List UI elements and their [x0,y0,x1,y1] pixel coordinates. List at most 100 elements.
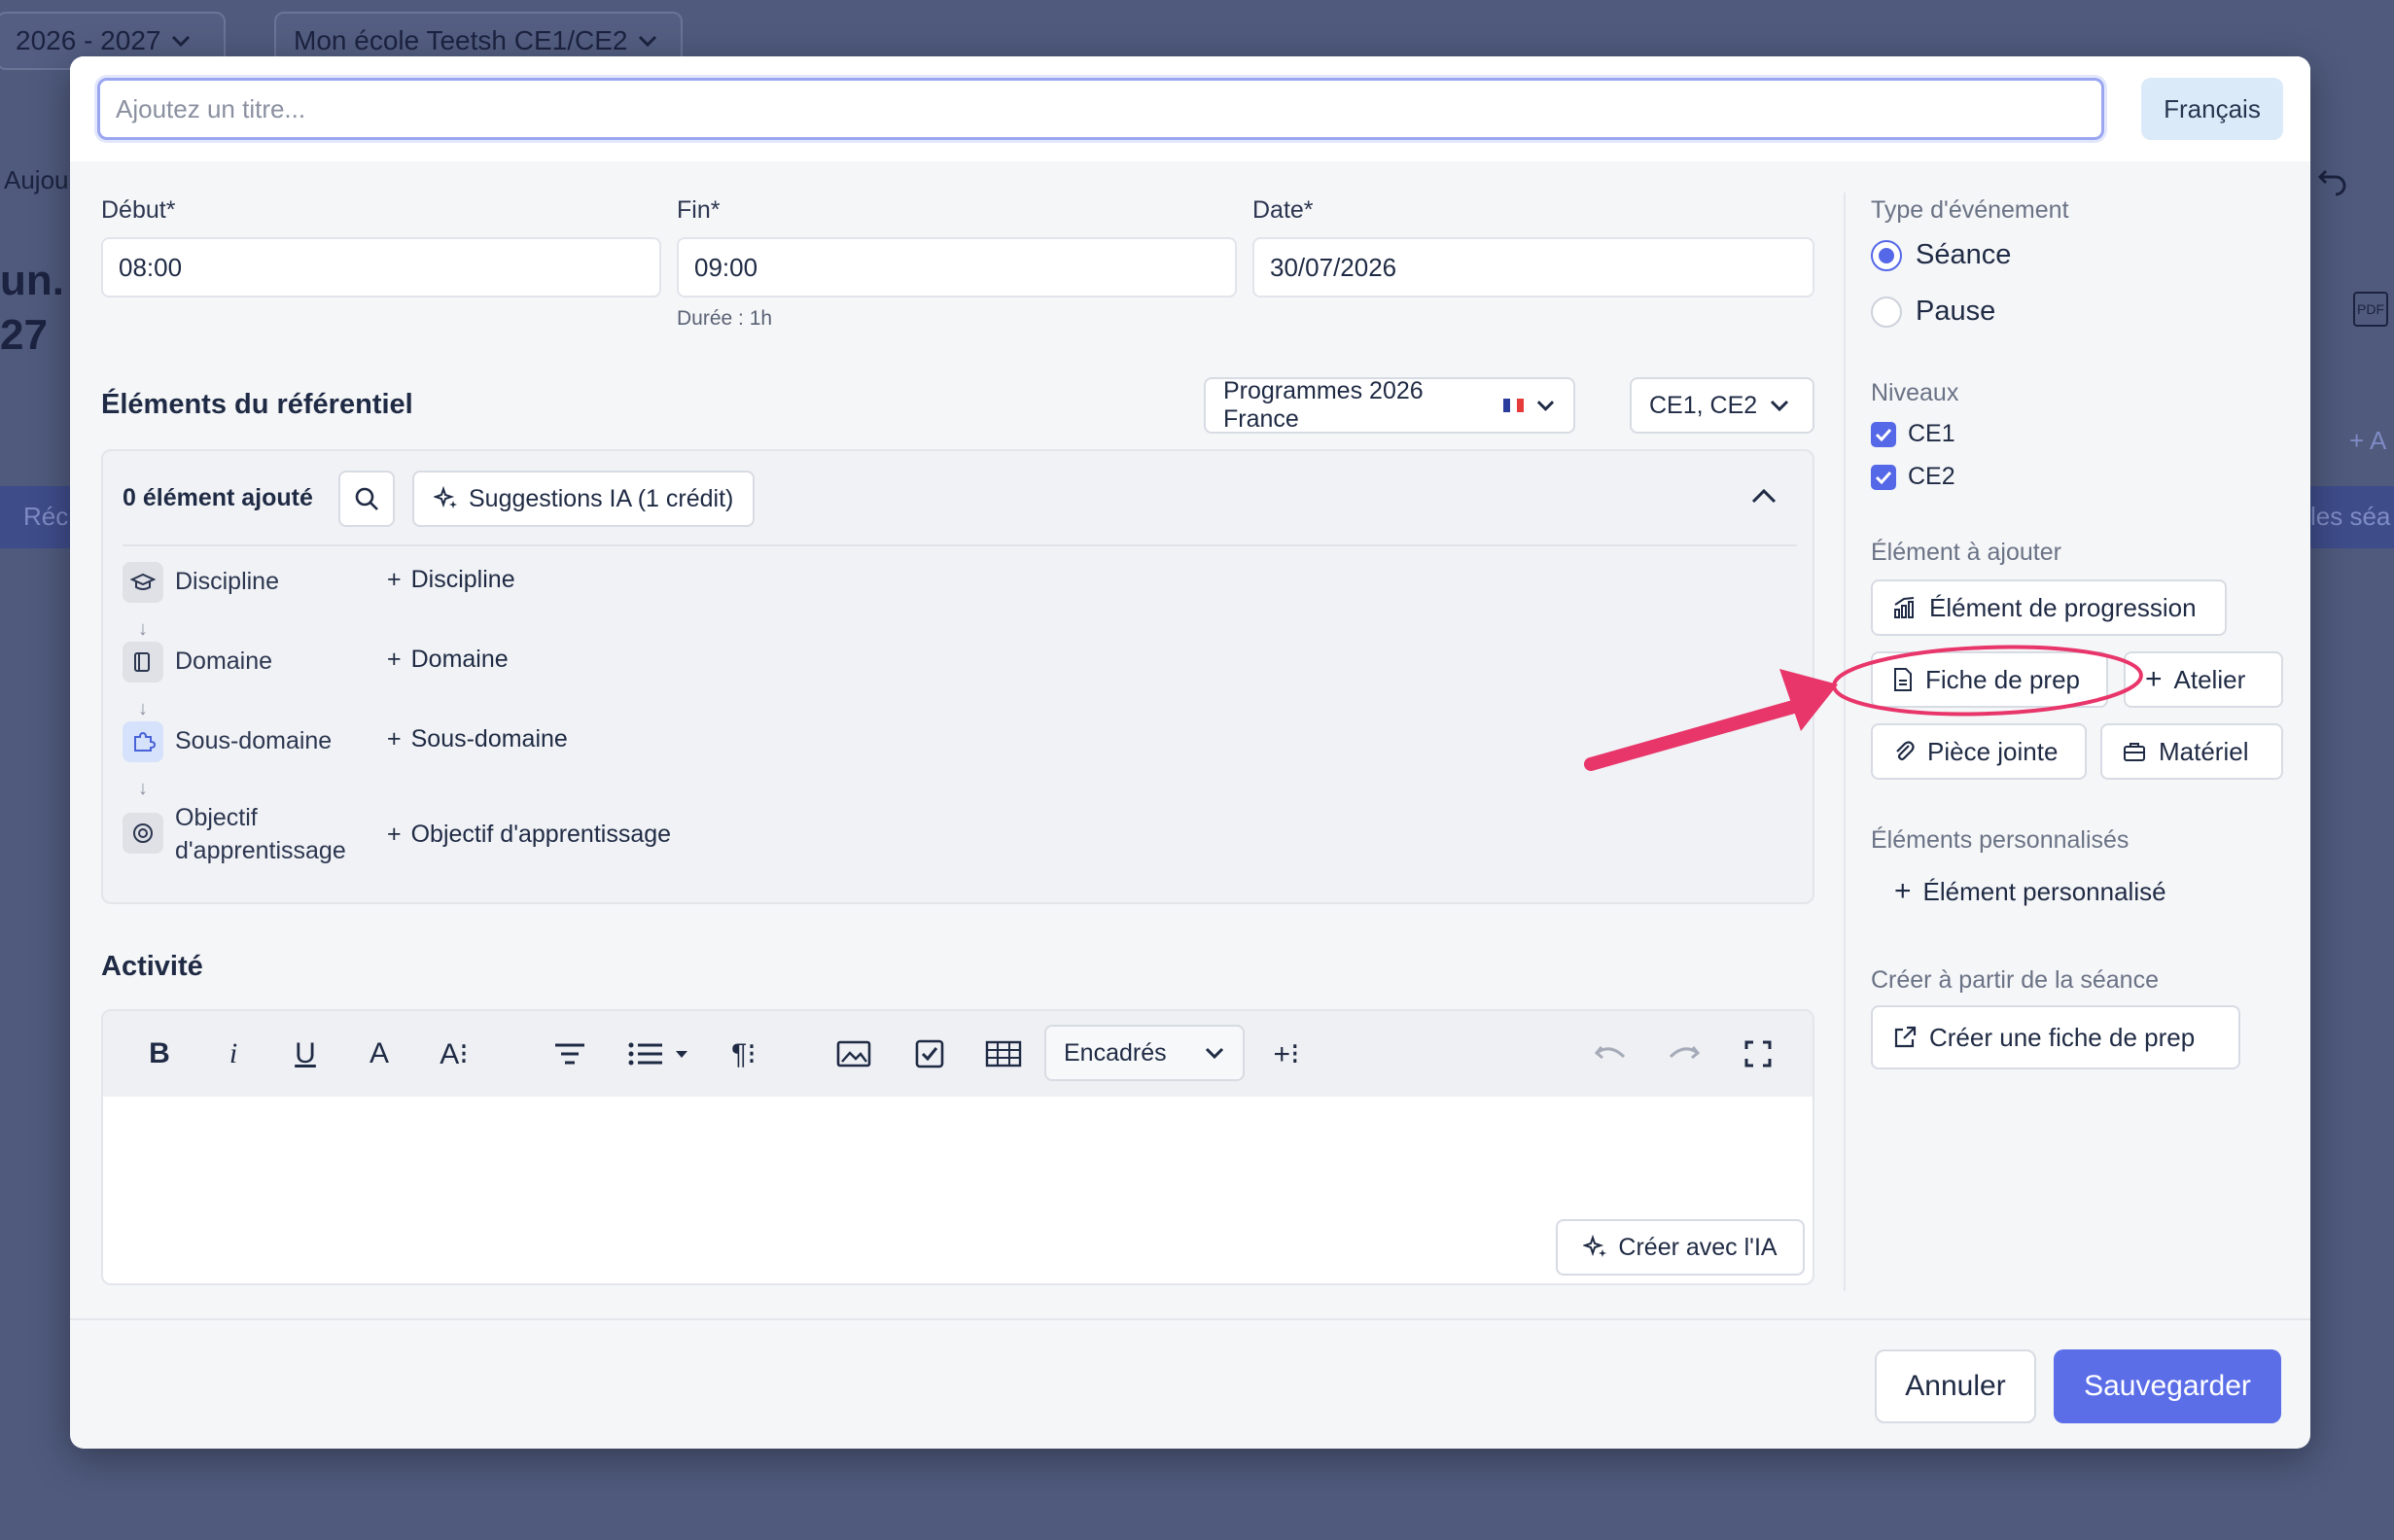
plus-icon: + [1894,875,1912,907]
add-custom-element-button[interactable]: + Élément personnalisé [1894,875,2166,908]
book-icon [123,642,163,682]
underline-icon[interactable]: U [288,1029,323,1079]
progression-element-label: Élément de progression [1929,592,2197,622]
chevron-down-icon [1771,400,1789,412]
bar-chart-icon [1894,597,1915,618]
checkbox-icon[interactable] [910,1029,949,1079]
background-school-text: Mon école Teetsh CE1/CE2 [294,25,628,55]
materiel-button[interactable]: Matériel [2100,723,2283,780]
add-discipline-button[interactable]: + Discipline [387,566,515,594]
checkbox-ce2[interactable]: CE2 [1871,463,1955,491]
custom-elements-label: Éléments personnalisés [1871,826,2130,854]
add-domaine-button[interactable]: + Domaine [387,646,509,674]
element-count: 0 élément ajouté [123,484,313,511]
start-time-input[interactable]: 08:00 [101,237,661,298]
redo-icon[interactable] [1665,1029,1704,1079]
checkbox-ce1-label: CE1 [1908,420,1955,447]
radio-pause[interactable]: Pause [1871,296,1995,328]
checkbox-ce2-label: CE2 [1908,463,1955,490]
plus-icon: + [387,821,402,848]
font-size-icon[interactable]: A⁝ [430,1029,478,1079]
create-fiche-button[interactable]: Créer une fiche de prep [1871,1005,2240,1069]
referential-panel: 0 élément ajouté Suggestions IA (1 crédi… [101,449,1814,904]
checkmark-icon [1871,464,1896,490]
program-dropdown-label: Programmes 2026 France [1223,377,1424,433]
levels-dropdown[interactable]: CE1, CE2 [1630,377,1814,434]
add-discipline-label: Discipline [410,566,515,593]
domaine-label: Domaine [175,648,273,675]
end-time-input[interactable]: 09:00 [677,237,1237,298]
background-big-text: un. [0,257,64,304]
activity-title: Activité [101,951,203,982]
create-fiche-label: Créer une fiche de prep [1929,1022,2196,1052]
external-link-icon [1894,1026,1917,1048]
align-icon[interactable] [550,1029,589,1079]
panel-divider [123,544,1797,546]
add-objectif-label: Objectif d'apprentissage [410,821,672,848]
date-input[interactable]: 30/07/2026 [1252,237,1814,298]
chevron-up-icon[interactable] [1750,486,1778,506]
bold-icon[interactable]: B [142,1029,177,1079]
create-with-ai-button[interactable]: Créer avec l'IA [1556,1219,1805,1276]
list-icon[interactable] [624,1029,698,1079]
levels-label: Niveaux [1871,379,1959,406]
text-color-icon[interactable]: A [360,1029,399,1079]
domaine-row [123,642,163,682]
arrow-down-icon: ↓ [138,618,148,640]
radio-seance-label: Séance [1916,239,2012,270]
sparkles-icon [1583,1235,1607,1257]
chevron-down-icon [1536,401,1555,411]
create-with-ai-label: Créer avec l'IA [1618,1233,1778,1261]
end-label: Fin* [677,196,721,224]
duration-text: Durée : 1h [677,307,773,330]
radio-selected-icon [1871,239,1902,271]
chevron-down-icon [172,35,191,48]
title-input[interactable] [97,78,2104,140]
language-button[interactable]: Français [2141,78,2283,140]
sous-domaine-row [123,721,163,762]
plus-icon: + [2145,663,2163,695]
add-custom-element-label: Élément personnalisé [1922,876,2166,906]
sparkles-icon [434,486,457,508]
sidebar-divider [1844,192,1846,1291]
cancel-button[interactable]: Annuler [1875,1349,2036,1423]
radio-unselected-icon [1871,296,1902,328]
date-label: Date* [1252,196,1314,224]
fullscreen-icon[interactable] [1739,1029,1778,1079]
undo-icon[interactable] [1591,1029,1630,1079]
table-icon[interactable] [982,1029,1025,1079]
piece-jointe-button[interactable]: Pièce jointe [1871,723,2087,780]
atelier-button[interactable]: + Atelier [2124,651,2283,708]
create-from-session-label: Créer à partir de la séance [1871,966,2159,994]
target-icon [123,813,163,854]
encadres-dropdown[interactable]: Encadrés [1044,1025,1245,1081]
progression-element-button[interactable]: Élément de progression [1871,579,2227,636]
radio-seance[interactable]: Séance [1871,239,2011,271]
ai-suggestions-button[interactable]: Suggestions IA (1 crédit) [412,471,756,527]
activity-editor[interactable]: B i U A A⁝ ¶⁝ Encadrés +⁝ Créer avec l'I… [101,1009,1814,1285]
title-bar: Français [70,56,2310,161]
event-type-label: Type d'événement [1871,196,2069,224]
background-band-text: Réc [23,502,69,531]
add-element-label: Élément à ajouter [1871,539,2061,566]
add-sous-domaine-button[interactable]: + Sous-domaine [387,725,568,753]
background-band-text-right: les séa [2310,502,2391,531]
paragraph-icon[interactable]: ¶⁝ [720,1029,768,1079]
discipline-row [123,562,163,603]
background-big-text-2: 27 [0,311,48,359]
italic-icon[interactable]: i [216,1029,251,1079]
sous-domaine-label: Sous-domaine [175,727,333,754]
program-dropdown[interactable]: Programmes 2026 France [1204,377,1575,434]
save-button[interactable]: Sauvegarder [2054,1349,2281,1423]
fiche-de-prep-button[interactable]: Fiche de prep [1871,651,2108,708]
image-icon[interactable] [834,1029,873,1079]
ai-suggestions-label: Suggestions IA (1 crédit) [469,484,734,512]
checkbox-ce1[interactable]: CE1 [1871,420,1955,448]
add-objectif-button[interactable]: + Objectif d'apprentissage [387,821,671,849]
search-button[interactable] [338,471,395,527]
plus-icon: + [387,646,402,673]
insert-icon[interactable]: +⁝ [1262,1029,1311,1079]
referential-title: Éléments du référentiel [101,389,413,420]
undo-icon [2317,169,2346,196]
piece-jointe-label: Pièce jointe [1927,736,2059,766]
